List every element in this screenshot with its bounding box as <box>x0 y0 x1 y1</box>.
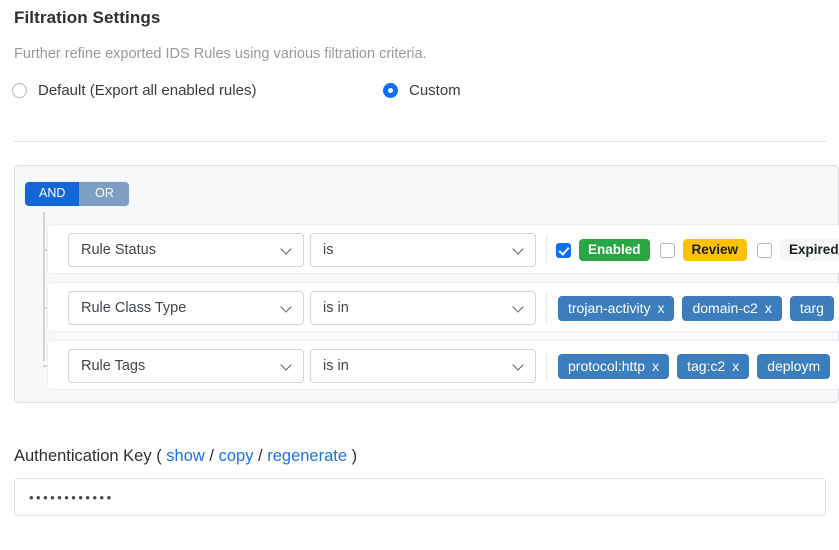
logic-operator-toggle[interactable]: AND OR <box>25 182 130 206</box>
auth-key-title: Authentication Key <box>14 447 152 465</box>
status-option-expired[interactable]: Expired <box>757 239 839 261</box>
tag-chip[interactable]: targ <box>789 295 834 321</box>
filter-builder-panel: AND OR Rule Status is Enabled Review Exp… <box>14 165 839 403</box>
filter-row: Rule Class Type is in trojan-activity x d… <box>47 282 839 332</box>
status-badge-enabled: Enabled <box>579 239 650 261</box>
radio-label-default: Default (Export all enabled rules) <box>38 82 257 99</box>
filter-value-area: trojan-activity x domain-c2 x targ <box>546 283 839 333</box>
chevron-down-icon <box>513 360 525 372</box>
tag-chip-label: tag:c2 <box>687 357 726 374</box>
filter-operator-value: is in <box>323 300 349 316</box>
logic-or-button[interactable]: OR <box>79 182 130 206</box>
filtration-settings-page: Filtration Settings Further refine expor… <box>0 0 839 550</box>
filter-value-area: Enabled Review Expired <box>546 225 839 275</box>
radio-icon-custom[interactable] <box>383 83 398 98</box>
tag-chip-label: protocol:http <box>568 357 646 374</box>
chevron-down-icon <box>513 244 525 256</box>
checkbox-icon-review[interactable] <box>659 242 675 258</box>
filter-row: Rule Status is Enabled Review Expired <box>47 224 839 274</box>
tag-chip-label: trojan-activity <box>568 299 651 316</box>
tag-chip[interactable]: trojan-activity x <box>558 295 675 321</box>
remove-chip-icon[interactable]: x <box>765 300 772 316</box>
filter-operator-select[interactable]: is in <box>310 291 536 325</box>
regenerate-key-link[interactable]: regenerate <box>267 447 347 465</box>
class-type-chip-list: trojan-activity x domain-c2 x targ <box>558 295 839 321</box>
filter-operator-select[interactable]: is <box>310 233 536 267</box>
radio-label-custom: Custom <box>409 82 461 99</box>
filter-field-value: Rule Status <box>81 242 156 258</box>
value-separator <box>546 235 547 265</box>
radio-option-default[interactable]: Default (Export all enabled rules) <box>12 82 256 99</box>
radio-icon-default[interactable] <box>12 83 27 98</box>
logic-and-button[interactable]: AND <box>25 182 80 206</box>
filter-field-select[interactable]: Rule Tags <box>68 349 304 383</box>
show-key-link[interactable]: show <box>166 447 205 465</box>
tag-chip[interactable]: deploym <box>757 353 831 379</box>
tag-chip[interactable]: protocol:http x <box>558 353 670 379</box>
filter-field-value: Rule Class Type <box>81 300 187 316</box>
filter-value-area: protocol:http x tag:c2 x deploym <box>546 341 839 391</box>
copy-key-link[interactable]: copy <box>219 447 254 465</box>
chevron-down-icon <box>513 302 525 314</box>
filter-row: Rule Tags is in protocol:http x tag:c2 x d… <box>47 340 839 390</box>
page-subtitle: Further refine exported IDS Rules using … <box>14 46 427 62</box>
tag-chip-label: targ <box>799 299 824 316</box>
tag-chip-label: deploym <box>767 357 821 374</box>
chevron-down-icon <box>281 360 293 372</box>
filter-field-select[interactable]: Rule Class Type <box>68 291 304 325</box>
status-badge-review: Review <box>682 239 748 261</box>
tag-chip-label: domain-c2 <box>692 299 758 316</box>
remove-chip-icon[interactable]: x <box>657 300 664 316</box>
rule-tags-chip-list: protocol:http x tag:c2 x deploym <box>558 353 838 379</box>
link-separator: / <box>209 447 214 465</box>
filter-operator-value: is in <box>323 358 349 374</box>
remove-chip-icon[interactable]: x <box>732 358 739 374</box>
value-separator <box>546 293 547 323</box>
chevron-down-icon <box>281 302 293 314</box>
filter-operator-select[interactable]: is in <box>310 349 536 383</box>
status-option-enabled[interactable]: Enabled <box>556 239 650 261</box>
section-divider <box>14 141 826 142</box>
filter-field-select[interactable]: Rule Status <box>68 233 304 267</box>
checkbox-icon-enabled[interactable] <box>556 242 571 258</box>
value-separator <box>546 351 547 381</box>
chevron-down-icon <box>281 244 293 256</box>
auth-key-value: •••••••••••• <box>29 489 114 505</box>
auth-key-label: Authentication Key ( show / copy / regen… <box>14 447 357 466</box>
auth-key-close-paren: ) <box>351 447 358 465</box>
tag-chip[interactable]: tag:c2 x <box>677 353 750 379</box>
tree-connector-line <box>43 212 45 361</box>
remove-chip-icon[interactable]: x <box>652 358 659 374</box>
link-separator: / <box>258 447 263 465</box>
auth-key-input[interactable]: •••••••••••• <box>14 478 826 516</box>
filter-operator-value: is <box>323 242 334 258</box>
auth-key-open-paren: ( <box>156 447 162 465</box>
checkbox-icon-expired[interactable] <box>757 242 773 258</box>
filter-field-value: Rule Tags <box>81 358 146 374</box>
page-title: Filtration Settings <box>14 8 161 27</box>
tag-chip[interactable]: domain-c2 x <box>682 295 782 321</box>
status-badge-expired: Expired <box>780 239 839 261</box>
export-mode-radio-group: Default (Export all enabled rules) Custo… <box>12 82 822 106</box>
radio-option-custom[interactable]: Custom <box>383 82 461 99</box>
status-option-review[interactable]: Review <box>659 239 748 261</box>
